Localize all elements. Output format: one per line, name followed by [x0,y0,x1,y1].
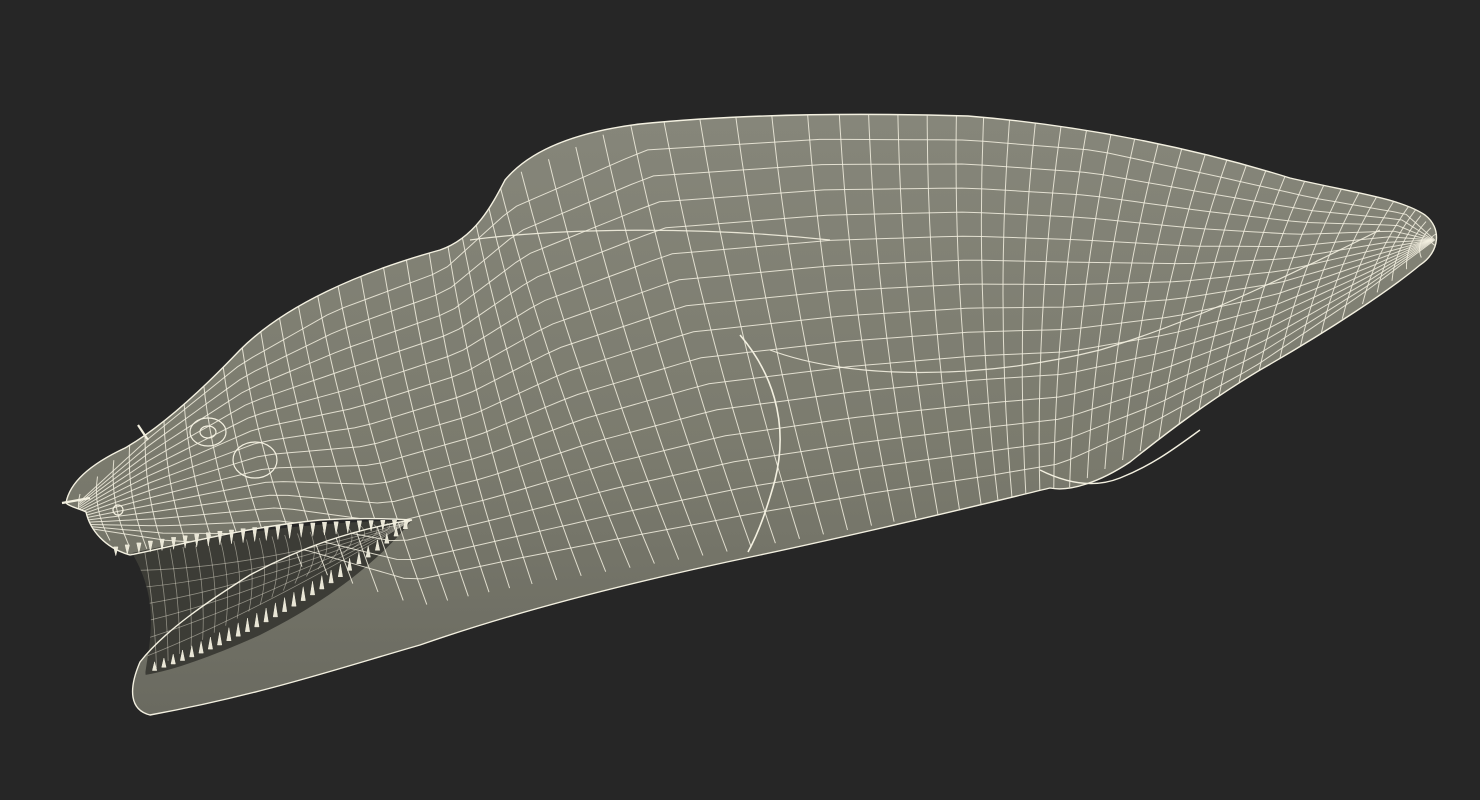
eel-model [61,113,1438,716]
render-viewport [0,0,1480,800]
